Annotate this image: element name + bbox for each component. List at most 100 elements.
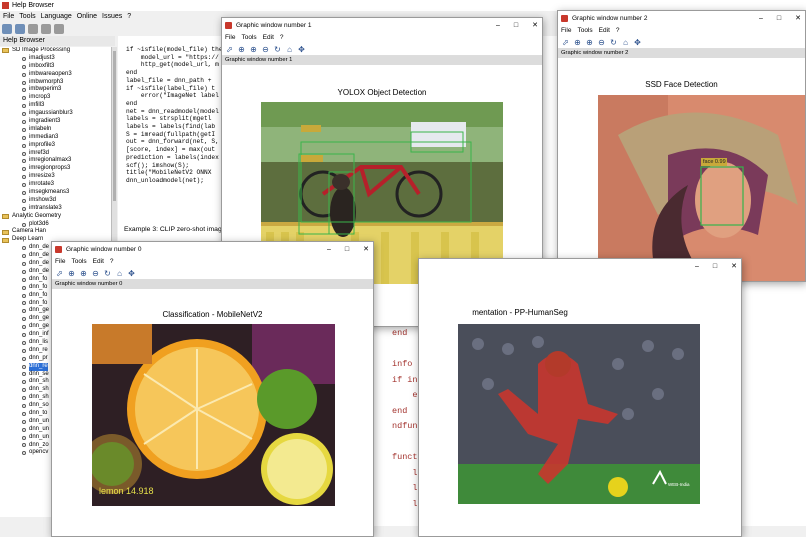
menu-tools[interactable]: Tools [19, 11, 35, 22]
menu-tools[interactable]: Tools [241, 33, 256, 43]
zoom-area-icon[interactable]: ⊕ [249, 45, 258, 54]
close-button[interactable]: ✕ [532, 18, 538, 33]
tree-item[interactable]: imfill3 [0, 102, 111, 110]
tree-item[interactable]: imadjust3 [0, 55, 111, 63]
tree-item[interactable]: imboxfilt3 [0, 63, 111, 71]
tree-item[interactable]: imregionalmax3 [0, 157, 111, 165]
menu-edit[interactable]: Edit [599, 26, 610, 36]
menu-edit[interactable]: Edit [263, 33, 274, 43]
segmentation-image: WEB-India [458, 324, 700, 504]
close-button[interactable]: ✕ [363, 242, 369, 257]
menu-tools[interactable]: Tools [577, 26, 592, 36]
pointer-icon[interactable]: ⬀ [225, 45, 234, 54]
minimize-button[interactable]: – [759, 11, 763, 26]
forward-icon[interactable] [15, 24, 25, 34]
menu-file[interactable]: File [55, 257, 65, 267]
tree-item[interactable]: imref3d [0, 150, 111, 158]
menu-help[interactable]: ? [280, 33, 284, 43]
help-icon[interactable] [54, 24, 64, 34]
window-titlebar: Graphic window number 2 – □ ✕ [558, 11, 805, 26]
menu-tools[interactable]: Tools [71, 257, 86, 267]
tree-item[interactable]: imbwperim3 [0, 86, 111, 94]
zoom-area-icon[interactable]: ⊕ [79, 269, 88, 278]
pan-icon[interactable]: ✥ [297, 45, 306, 54]
back-icon[interactable] [2, 24, 12, 34]
datatip-icon[interactable]: ⌂ [285, 45, 294, 54]
tree-item[interactable]: immedian3 [0, 134, 111, 142]
pointer-icon[interactable]: ⬀ [561, 38, 570, 47]
maximize-button[interactable]: □ [345, 242, 349, 257]
tree-item[interactable]: imbwmorph3 [0, 79, 111, 87]
fruit-scene-graphic [92, 324, 335, 506]
menu-help[interactable]: ? [127, 11, 131, 22]
tree-folder[interactable]: Camera Han [0, 228, 111, 236]
minimize-button[interactable]: – [695, 259, 699, 274]
print-icon[interactable] [28, 24, 38, 34]
tree-item-label: imbwareaopen3 [29, 70, 72, 77]
menu-language[interactable]: Language [41, 11, 72, 22]
zoom-in-icon[interactable]: ⊕ [237, 45, 246, 54]
tree-item[interactable]: imgaussianblur3 [0, 110, 111, 118]
tree-item-label: Camera Han [12, 228, 47, 235]
tree-item-label: opencv [29, 449, 49, 456]
menu-online[interactable]: Online [77, 11, 97, 22]
datatip-icon[interactable]: ⌂ [115, 269, 124, 278]
tree-item-label: dnn_de [29, 244, 50, 251]
scrollbar-thumb[interactable] [113, 51, 116, 201]
rotate-icon[interactable]: ↻ [273, 45, 282, 54]
page-setup-icon[interactable] [41, 24, 51, 34]
tree-item[interactable]: imbwareaopen3 [0, 71, 111, 79]
pan-icon[interactable]: ✥ [127, 269, 136, 278]
pan-icon[interactable]: ✥ [633, 38, 642, 47]
tree-folder[interactable]: Analytic Geometry [0, 213, 111, 221]
zoom-area-icon[interactable]: ⊕ [585, 38, 594, 47]
zoom-out-icon[interactable]: ⊖ [597, 38, 606, 47]
zoom-out-icon[interactable]: ⊖ [261, 45, 270, 54]
prediction-label: lemon 14.918 [99, 486, 154, 496]
page-bullet-icon [22, 380, 26, 385]
pointer-icon[interactable]: ⬀ [55, 269, 64, 278]
tree-item[interactable]: plot3d6 [0, 221, 111, 229]
zoom-in-icon[interactable]: ⊕ [67, 269, 76, 278]
menu-edit[interactable]: Edit [93, 257, 104, 267]
maximize-button[interactable]: □ [713, 259, 717, 274]
close-button[interactable]: ✕ [731, 259, 737, 274]
tree-item-label: Deep Learn [12, 236, 44, 243]
page-bullet-icon [22, 451, 26, 456]
minimize-button[interactable]: – [496, 18, 500, 33]
tree-item[interactable]: imresize3 [0, 173, 111, 181]
code-line: labels = strsplit(mgetl [126, 115, 212, 123]
page-bullet-icon [22, 269, 26, 274]
tree-item[interactable]: imcrop3 [0, 94, 111, 102]
menu-help[interactable]: ? [110, 257, 114, 267]
close-button[interactable]: ✕ [795, 11, 801, 26]
tree-item[interactable]: improfile3 [0, 142, 111, 150]
tree-item[interactable]: imsegkmeans3 [0, 189, 111, 197]
minimize-button[interactable]: – [327, 242, 331, 257]
maximize-button[interactable]: □ [514, 18, 518, 33]
rotate-icon[interactable]: ↻ [103, 269, 112, 278]
tree-folder[interactable]: SD Image Processing [0, 47, 111, 55]
zoom-out-icon[interactable]: ⊖ [91, 269, 100, 278]
page-bullet-icon [22, 356, 26, 361]
menu-file[interactable]: File [225, 33, 235, 43]
menu-file[interactable]: File [3, 11, 14, 22]
tree-item[interactable]: imlabeln [0, 126, 111, 134]
tree-item-label: dnn_de [29, 260, 50, 267]
tree-item[interactable]: imregionprops3 [0, 165, 111, 173]
rotate-icon[interactable]: ↻ [609, 38, 618, 47]
tree-item[interactable]: imtranslate3 [0, 205, 111, 213]
menu-file[interactable]: File [561, 26, 571, 36]
tree-item-label: plot3d6 [29, 220, 49, 227]
zoom-in-icon[interactable]: ⊕ [573, 38, 582, 47]
menu-help[interactable]: ? [616, 26, 620, 36]
tree-item-label: dnn_sh [29, 386, 49, 393]
tree-item[interactable]: imrotate3 [0, 181, 111, 189]
maximize-button[interactable]: □ [777, 11, 781, 26]
menu-issues[interactable]: Issues [102, 11, 122, 22]
tree-item-label: dnn_pr [29, 354, 48, 361]
datatip-icon[interactable]: ⌂ [621, 38, 630, 47]
tree-item[interactable]: imshow3d [0, 197, 111, 205]
tree-item[interactable]: imgradient3 [0, 118, 111, 126]
code-line: S = imread(fullpath(getI [126, 130, 216, 138]
